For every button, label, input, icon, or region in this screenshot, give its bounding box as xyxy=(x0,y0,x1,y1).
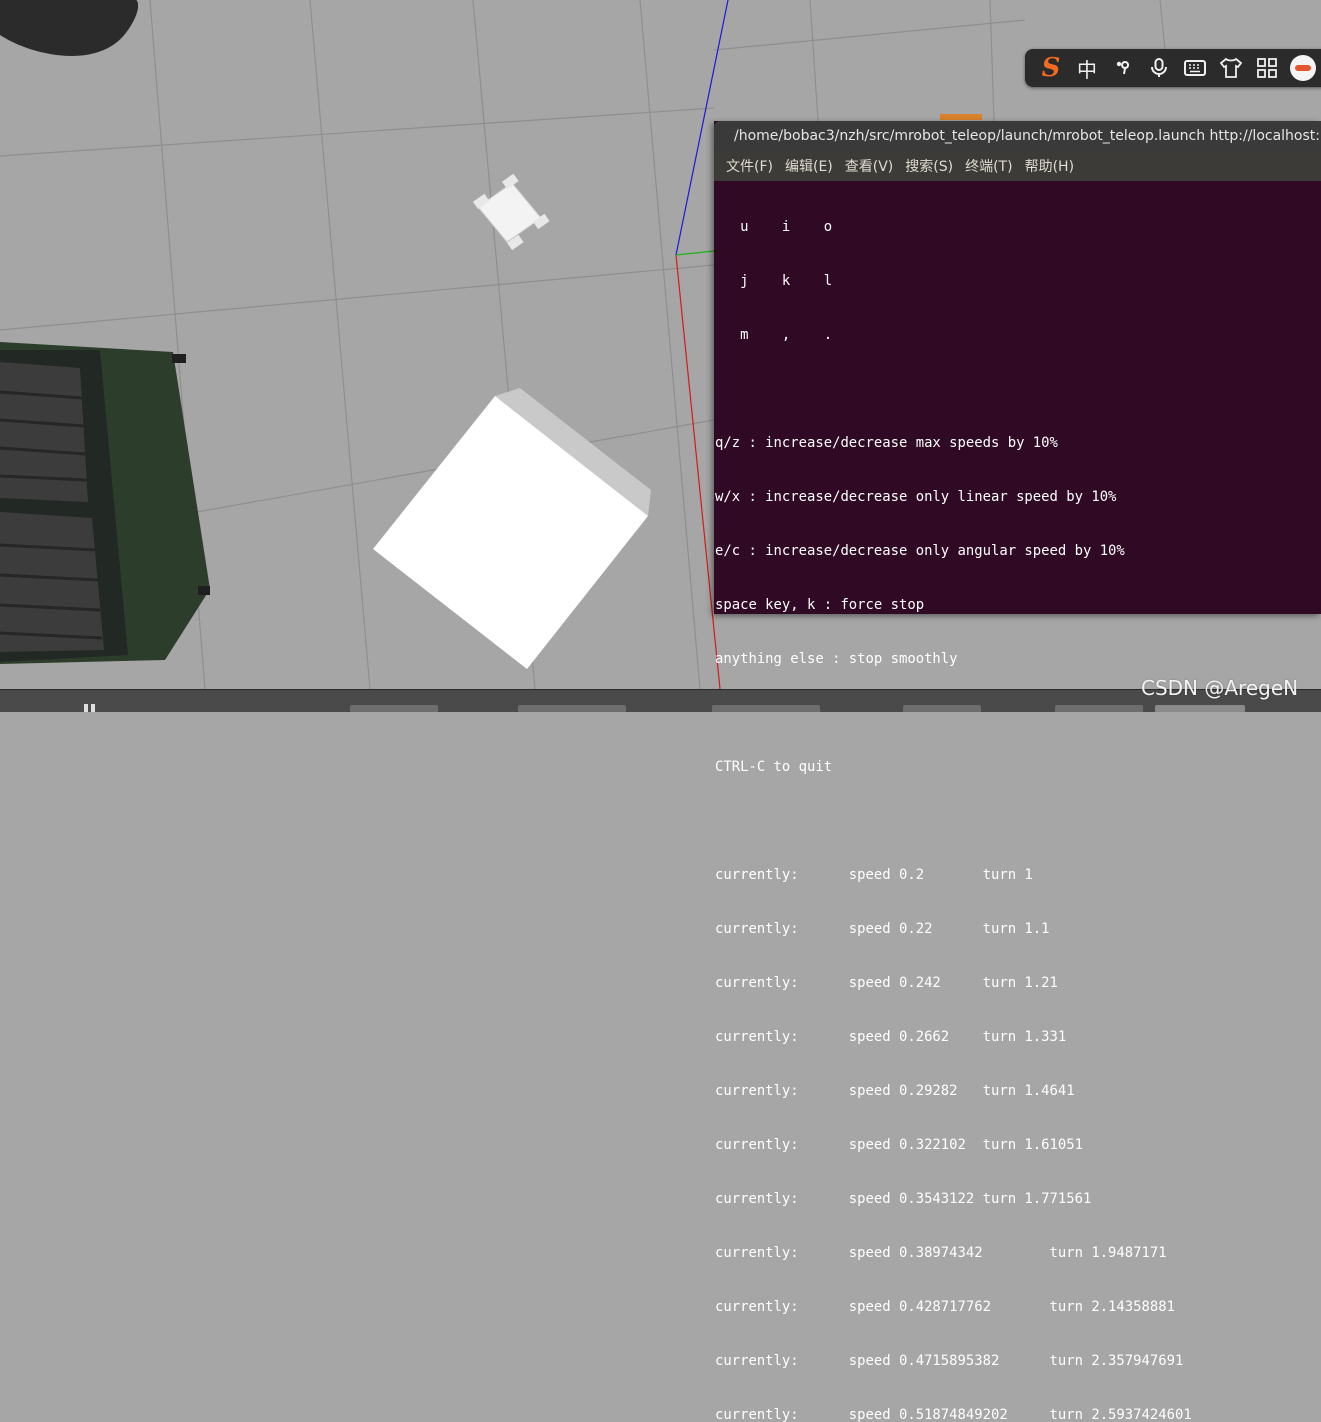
ime-avatar xyxy=(1290,55,1316,81)
terminal-line: q/z : increase/decrease max speeds by 10… xyxy=(715,435,1058,451)
terminal-line: u i o xyxy=(715,219,833,235)
punctuation-icon[interactable] xyxy=(1105,49,1141,87)
avatar-icon[interactable] xyxy=(1285,49,1321,87)
terminal-line: currently: speed 0.2 turn 1 xyxy=(715,867,1033,883)
terminal-line: currently: speed 0.22 turn 1.1 xyxy=(715,921,1050,937)
terminal-line: m , . xyxy=(715,327,833,343)
menu-view[interactable]: 查看(V) xyxy=(839,156,900,176)
sogou-logo-icon: S xyxy=(1036,53,1066,83)
menu-terminal[interactable]: 终端(T) xyxy=(959,156,1018,176)
terminal-line: currently: speed 0.2662 turn 1.331 xyxy=(715,1029,1067,1045)
terminal-title[interactable]: /home/bobac3/nzh/src/mrobot_teleop/launc… xyxy=(714,121,1321,151)
toolbox-icon[interactable] xyxy=(1249,49,1285,87)
dumpster-object xyxy=(0,342,210,664)
menu-edit[interactable]: 编辑(E) xyxy=(779,156,839,176)
terminal-line: currently: speed 0.242 turn 1.21 xyxy=(715,975,1058,991)
orange-object-edge xyxy=(940,114,982,120)
terminal-line: currently: speed 0.38974342 turn 1.94871… xyxy=(715,1245,1167,1261)
keyboard-icon[interactable] xyxy=(1177,49,1213,87)
terminal-line: currently: speed 0.322102 turn 1.61051 xyxy=(715,1137,1083,1153)
terminal-line: currently: speed 0.428717762 turn 2.1435… xyxy=(715,1299,1175,1315)
terminal-line: anything else : stop smoothly xyxy=(715,651,958,667)
terminal-line: e/c : increase/decrease only angular spe… xyxy=(715,543,1125,559)
ime-mode-toggle[interactable]: 中 xyxy=(1069,49,1105,87)
terminal-window[interactable]: /home/bobac3/nzh/src/mrobot_teleop/launc… xyxy=(714,121,1321,1422)
menu-file[interactable]: 文件(F) xyxy=(720,156,779,176)
menu-search[interactable]: 搜索(S) xyxy=(899,156,959,176)
terminal-line: w/x : increase/decrease only linear spee… xyxy=(715,489,1117,505)
terminal-line: j k l xyxy=(715,273,833,289)
terminal-line: CTRL-C to quit xyxy=(715,759,833,775)
ime-logo-button[interactable]: S xyxy=(1033,49,1069,87)
ime-toolbar: S 中 xyxy=(1025,49,1321,87)
menu-help[interactable]: 帮助(H) xyxy=(1019,156,1080,176)
terminal-line: currently: speed 0.3543122 turn 1.771561 xyxy=(715,1191,1092,1207)
terminal-line: space key, k : force stop xyxy=(715,597,925,613)
terminal-line: currently: speed 0.51874849202 turn 2.59… xyxy=(715,1407,1192,1422)
microphone-icon[interactable] xyxy=(1141,49,1177,87)
terminal-line: currently: speed 0.29282 turn 1.4641 xyxy=(715,1083,1075,1099)
skin-icon[interactable] xyxy=(1213,49,1249,87)
simulation-time-bar xyxy=(0,689,1321,712)
terminal-menubar: 文件(F) 编辑(E) 查看(V) 搜索(S) 终端(T) 帮助(H) xyxy=(714,151,1321,181)
terminal-output[interactable]: u i o j k l m , . q/z : increase/decreas… xyxy=(714,182,1321,1422)
terminal-line: currently: speed 0.4715895382 turn 2.357… xyxy=(715,1353,1184,1369)
watermark: CSDN @AregeN xyxy=(1141,676,1299,700)
